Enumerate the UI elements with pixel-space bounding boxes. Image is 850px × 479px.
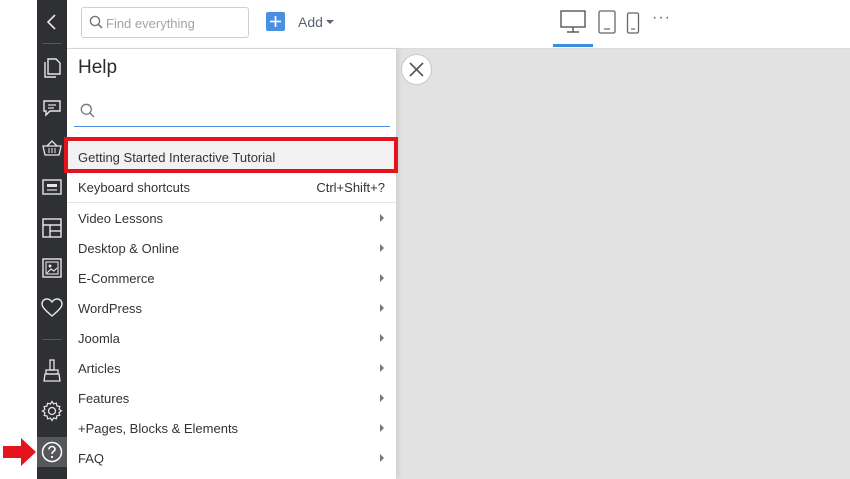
menu-item-pages-blocks-elements[interactable]: +Pages, Blocks & Elements <box>67 413 396 443</box>
desktop-view-icon[interactable] <box>559 9 587 35</box>
image-icon <box>42 258 62 278</box>
chevron-right-icon <box>380 454 384 462</box>
pages-button[interactable] <box>37 53 67 83</box>
layout-icon <box>42 218 62 238</box>
menu-item-ecommerce[interactable]: E-Commerce <box>67 263 396 293</box>
close-help-button[interactable] <box>401 54 432 85</box>
active-device-indicator <box>553 44 593 47</box>
tablet-view-icon[interactable] <box>597 9 617 35</box>
menu-item-label: Keyboard shortcuts <box>78 180 191 195</box>
chevron-down-icon[interactable] <box>326 20 334 24</box>
help-title: Help <box>78 57 118 78</box>
settings-button[interactable] <box>37 396 67 426</box>
chevron-right-icon <box>380 274 384 282</box>
menu-item-label: Video Lessons <box>78 211 164 226</box>
menu-item-wordpress[interactable]: WordPress <box>67 293 396 323</box>
shortcut-hint: Ctrl+Shift+? <box>316 180 385 195</box>
menu-item-joomla[interactable]: Joomla <box>67 323 396 353</box>
media-button[interactable] <box>37 253 67 283</box>
menu-item-features[interactable]: Features <box>67 383 396 413</box>
chevron-right-icon <box>380 334 384 342</box>
close-icon <box>409 62 424 77</box>
find-everything-search[interactable] <box>81 7 249 38</box>
plus-icon <box>270 16 281 27</box>
menu-item-faq[interactable]: FAQ <box>67 443 396 473</box>
chevron-right-icon <box>380 304 384 312</box>
menu-item-keyboard-shortcuts[interactable]: Keyboard shortcuts Ctrl+Shift+? <box>67 172 396 202</box>
help-button[interactable] <box>37 437 67 467</box>
menu-item-label: FAQ <box>78 451 105 466</box>
phone-view-icon[interactable] <box>626 9 640 35</box>
back-icon <box>46 14 56 30</box>
chevron-right-icon <box>380 424 384 432</box>
pages-icon <box>44 58 61 78</box>
search-icon <box>89 15 103 29</box>
back-button[interactable] <box>37 7 67 37</box>
blocks-button[interactable] <box>37 172 67 202</box>
more-options-icon[interactable]: ··· <box>652 9 671 27</box>
help-panel: Help Getting Started Interactive Tutoria… <box>67 49 397 479</box>
chevron-right-icon <box>380 364 384 372</box>
heart-icon <box>41 298 63 317</box>
menu-item-label: Features <box>78 391 130 406</box>
chevron-right-icon <box>380 244 384 252</box>
favorites-button[interactable] <box>37 293 67 323</box>
block-icon <box>42 179 62 195</box>
left-sidebar <box>37 0 67 479</box>
chevron-right-icon <box>380 394 384 402</box>
theme-button[interactable] <box>37 356 67 386</box>
help-search-input[interactable] <box>100 102 384 122</box>
layouts-button[interactable] <box>37 213 67 243</box>
menu-item-label: Joomla <box>78 331 120 346</box>
help-search[interactable] <box>74 97 390 127</box>
menu-item-label: E-Commerce <box>78 271 155 286</box>
menu-item-desktop-online[interactable]: Desktop & Online <box>67 233 396 263</box>
search-input[interactable] <box>106 14 244 32</box>
red-arrow-annotation <box>3 438 36 466</box>
gear-icon <box>41 400 63 422</box>
search-icon <box>80 103 95 118</box>
menu-item-label: Desktop & Online <box>78 241 180 256</box>
add-label[interactable]: Add <box>298 14 323 30</box>
comment-icon <box>43 100 61 117</box>
menu-item-label: Getting Started Interactive Tutorial <box>78 150 276 165</box>
menu-item-label: Articles <box>78 361 121 376</box>
menu-item-video-lessons[interactable]: Video Lessons <box>67 203 396 233</box>
comments-button[interactable] <box>37 93 67 123</box>
chevron-right-icon <box>380 214 384 222</box>
menu-item-articles[interactable]: Articles <box>67 353 396 383</box>
help-icon <box>41 441 63 463</box>
outside-gutter <box>0 0 37 479</box>
menu-item-label: WordPress <box>78 301 143 316</box>
basket-icon <box>42 140 62 156</box>
brush-icon <box>43 359 61 382</box>
menu-item-label: +Pages, Blocks & Elements <box>78 421 239 436</box>
add-button[interactable] <box>266 12 285 31</box>
menu-item-getting-started[interactable]: Getting Started Interactive Tutorial <box>67 142 396 172</box>
top-bar: Add ··· <box>67 0 850 49</box>
ecommerce-button[interactable] <box>37 133 67 163</box>
